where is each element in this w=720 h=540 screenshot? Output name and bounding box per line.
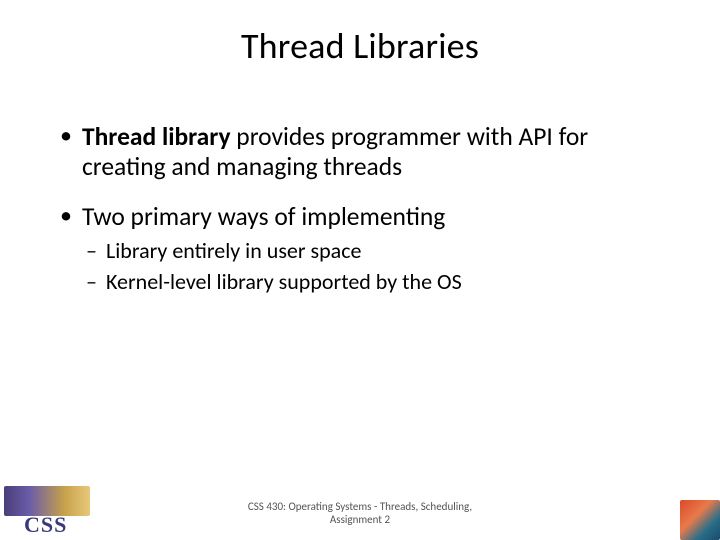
slide-footer: CSS 430: Operating Systems - Threads, Sc… <box>0 500 720 526</box>
textbook-thumbnail <box>680 500 720 540</box>
bullet-level-1: Thread library provides programmer with … <box>60 122 670 182</box>
slide-content: Thread library provides programmer with … <box>60 122 670 300</box>
bullet-bold-lead: Thread library <box>82 121 231 152</box>
bullet-level-2: Library entirely in user space <box>60 238 670 265</box>
footer-line-2: Assignment 2 <box>330 513 390 526</box>
footer-line-1: CSS 430: Operating Systems - Threads, Sc… <box>248 500 472 513</box>
bullet-level-2: Kernel-level library supported by the OS <box>60 269 670 296</box>
bullet-level-1: Two primary ways of implementing <box>60 202 670 232</box>
slide-title: Thread Libraries <box>0 24 720 68</box>
